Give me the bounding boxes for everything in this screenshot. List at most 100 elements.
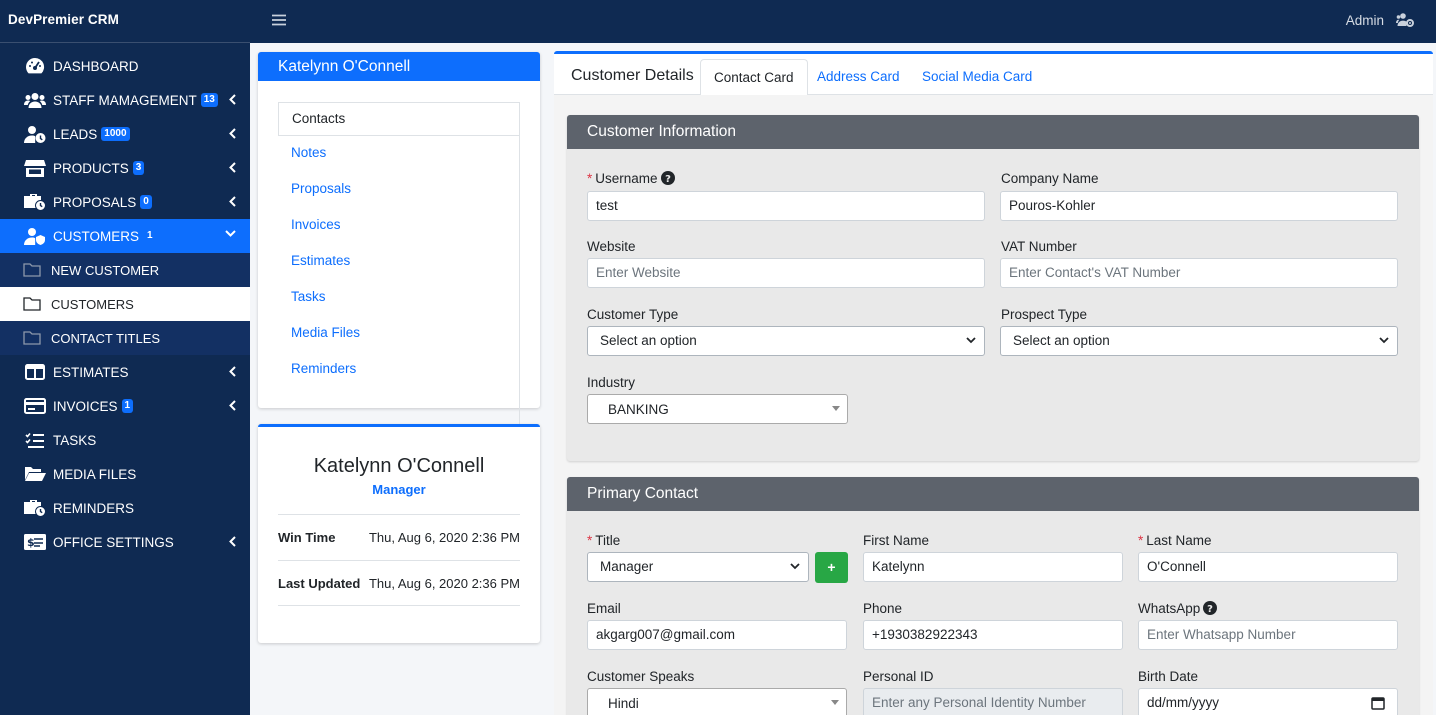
sidebar-item-new-customer[interactable]: NEW CUSTOMER — [0, 253, 250, 287]
nav-item-estimates[interactable]: Estimates — [278, 244, 519, 280]
tab-contact-card[interactable]: Contact Card — [700, 59, 808, 96]
sidebar: DevPremier CRM DASHBOARD STAFF MAMAGEMEN… — [0, 0, 250, 715]
sidebar-item-label: CUSTOMERS — [51, 296, 134, 312]
company-name-label: Company Name — [1001, 171, 1099, 186]
whatsapp-label-text: WhatsApp — [1138, 601, 1201, 616]
birth-date-label: Birth Date — [1138, 669, 1199, 684]
nav-item-media-files[interactable]: Media Files — [278, 316, 519, 352]
sidebar-item-dashboard[interactable]: DASHBOARD — [0, 49, 250, 83]
vat-number-input[interactable]: Enter Contact's VAT Number — [1000, 258, 1398, 288]
svg-text:?: ? — [1207, 604, 1213, 615]
hamburger-menu-icon[interactable] — [272, 13, 286, 27]
calendar-icon[interactable] — [1371, 696, 1385, 710]
email-label: Email — [587, 601, 621, 616]
website-input[interactable]: Enter Website — [587, 258, 985, 288]
customer-information-section: Customer Information * Username? test Com… — [567, 115, 1419, 461]
sidebar-item-label: INVOICES — [53, 398, 118, 414]
sidebar-item-invoices[interactable]: INVOICES 1 — [0, 389, 250, 423]
primary-contact-section: Primary Contact * Title Manager + First N… — [567, 477, 1419, 715]
sidebar-item-customers[interactable]: CUSTOMERS 1 — [0, 219, 250, 253]
sidebar-item-office-settings[interactable]: $ OFFICE SETTINGS — [0, 525, 250, 559]
staff-count-badge: 13 — [200, 93, 218, 107]
title-select[interactable]: Manager — [587, 552, 809, 582]
customer-type-select[interactable]: Select an option — [587, 326, 985, 356]
last-name-input[interactable]: O'Connell — [1138, 552, 1398, 582]
profile-card: Katelynn O'Connell Manager Win Time Thu,… — [258, 424, 540, 643]
admin-user-link[interactable]: Admin — [1346, 13, 1384, 28]
chevron-left-icon — [229, 128, 236, 139]
folder-icon — [22, 294, 42, 314]
tasks-icon — [24, 430, 46, 450]
proposals-count-badge: 0 — [140, 195, 152, 209]
nav-item-contacts[interactable]: Contacts — [278, 102, 519, 136]
user-shield-icon — [24, 226, 46, 246]
section-heading: Customer Information — [567, 115, 1419, 149]
win-time-label: Win Time — [278, 530, 336, 545]
sidebar-item-staff-management[interactable]: STAFF MAMAGEMENT 13 — [0, 83, 250, 117]
invoices-count-badge: 1 — [121, 399, 134, 413]
sidebar-item-customers-list[interactable]: CUSTOMERS — [0, 287, 250, 321]
email-input[interactable]: akgarg007@gmail.com — [587, 620, 847, 650]
whatsapp-input[interactable]: Enter Whatsapp Number — [1138, 620, 1398, 650]
personal-id-input[interactable]: Enter any Personal Identity Number — [863, 688, 1123, 715]
money-check-icon: $ — [24, 532, 46, 552]
sidebar-item-label: ESTIMATES — [53, 364, 129, 380]
sidebar-item-leads[interactable]: LEADS 1000 — [0, 117, 250, 151]
industry-select[interactable]: BANKING — [587, 394, 848, 424]
prospect-type-select[interactable]: Select an option — [1000, 326, 1398, 356]
company-name-input[interactable]: Pouros-Kohler — [1000, 191, 1398, 221]
profile-name: Katelynn O'Connell — [313, 455, 485, 477]
tab-address-card[interactable]: Address Card — [804, 59, 913, 96]
sidebar-item-label: MEDIA FILES — [53, 466, 137, 482]
sidebar-item-proposals[interactable]: PROPOSALS 0 — [0, 185, 250, 219]
prospect-type-value: Select an option — [1013, 333, 1110, 348]
chevron-left-icon — [229, 400, 236, 411]
nav-item-notes[interactable]: Notes — [278, 136, 519, 172]
profile-role: Manager — [372, 482, 426, 497]
whatsapp-label: WhatsApp? — [1138, 601, 1218, 616]
sidebar-item-label: NEW CUSTOMER — [51, 262, 160, 278]
customer-details-card: Customer Details Contact Card Address Ca… — [554, 51, 1433, 715]
chevron-left-icon — [229, 366, 236, 377]
chevron-left-icon — [229, 94, 236, 105]
folder-icon — [22, 260, 42, 280]
first-name-input[interactable]: Katelynn — [863, 552, 1123, 582]
add-title-button[interactable]: + — [815, 552, 848, 583]
sidebar-item-tasks[interactable]: TASKS — [0, 423, 250, 457]
customer-speaks-select[interactable]: Hindi — [587, 688, 847, 715]
sidebar-item-media-files[interactable]: MEDIA FILES — [0, 457, 250, 491]
nav-item-proposals[interactable]: Proposals — [278, 172, 519, 208]
nav-item-invoices[interactable]: Invoices — [278, 208, 519, 244]
users-cog-icon[interactable] — [1396, 12, 1414, 27]
question-circle-icon[interactable]: ? — [660, 171, 675, 185]
title-label-text: Title — [595, 533, 621, 548]
nav-item-reminders[interactable]: Reminders — [278, 352, 519, 388]
title-label: * Title — [587, 533, 620, 548]
sidebar-item-estimates[interactable]: ESTIMATES — [0, 355, 250, 389]
username-label-text: Username — [595, 171, 658, 186]
sidebar-item-contact-titles[interactable]: CONTACT TITLES — [0, 321, 250, 355]
sidebar-item-label: CUSTOMERS — [53, 228, 140, 244]
chevron-down-icon — [966, 337, 976, 344]
briefcase-clock-icon — [24, 498, 46, 518]
nav-item-tasks[interactable]: Tasks — [278, 280, 519, 316]
sidebar-item-label: OFFICE SETTINGS — [53, 534, 174, 550]
required-asterisk: * — [587, 533, 593, 548]
phone-input[interactable]: +1930382922343 — [863, 620, 1123, 650]
birth-date-placeholder: dd/mm/yyyy — [1147, 695, 1220, 710]
sidebar-item-label: TASKS — [53, 432, 97, 448]
section-heading: Primary Contact — [567, 477, 1419, 511]
username-input[interactable]: test — [587, 191, 985, 221]
sidebar-item-reminders[interactable]: REMINDERS — [0, 491, 250, 525]
birth-date-input[interactable]: dd/mm/yyyy — [1138, 688, 1398, 715]
sidebar-item-products[interactable]: PRODUCTS 3 — [0, 151, 250, 185]
customer-type-label: Customer Type — [587, 307, 679, 322]
win-time-value: Thu, Aug 6, 2020 2:36 PM — [368, 530, 520, 545]
chevron-left-icon — [229, 536, 236, 547]
dashboard-icon — [24, 56, 46, 76]
user-clock-icon — [24, 124, 46, 144]
caret-down-icon — [832, 406, 840, 411]
brand-name[interactable]: DevPremier CRM — [0, 0, 250, 43]
question-circle-icon[interactable]: ? — [1203, 601, 1218, 615]
tab-social-media-card[interactable]: Social Media Card — [909, 59, 1045, 96]
